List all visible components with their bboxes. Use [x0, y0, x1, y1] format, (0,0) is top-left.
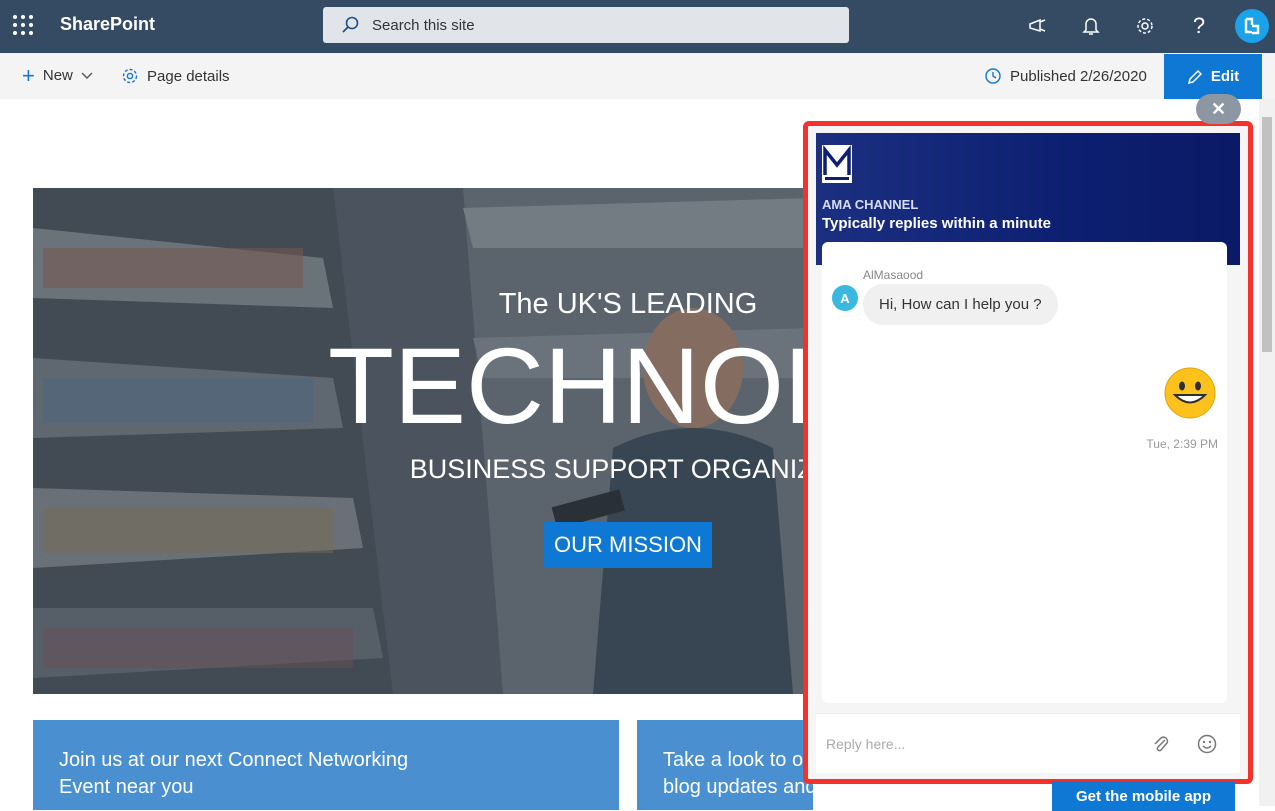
page-scrollbar[interactable] [1259, 99, 1275, 806]
hero-heading-small: The UK'S LEADING [498, 288, 758, 320]
bell-icon[interactable] [1078, 13, 1104, 39]
chevron-down-icon [81, 67, 93, 84]
reply-bar: Reply here... [816, 713, 1240, 773]
pencil-icon [1187, 69, 1202, 84]
reply-input[interactable]: Reply here... [826, 736, 905, 752]
sender-name: AlMasaood [863, 268, 924, 282]
gear-icon[interactable] [1132, 13, 1158, 39]
edit-label: Edit [1210, 68, 1240, 85]
networking-event-card[interactable]: Join us at our next Connect Networking E… [33, 720, 619, 810]
close-icon[interactable]: ✕ [1196, 94, 1241, 124]
page-details-button[interactable]: Page details [121, 67, 230, 85]
history-icon [985, 68, 1001, 84]
card-title-line1: Take a look to o [663, 749, 804, 771]
card-title-line1: Join us at our next Connect Networking [59, 749, 409, 771]
chat-conversation: AlMasaood A Hi, How can I help you ? Tue… [822, 242, 1227, 703]
paperclip-icon[interactable] [1151, 734, 1171, 754]
megaphone-icon[interactable] [1025, 13, 1051, 39]
brand-logo [822, 145, 852, 183]
gear-icon [122, 68, 138, 84]
chat-widget: AMA CHANNEL Typically replies within a m… [816, 133, 1240, 773]
agent-message: Hi, How can I help you ? [863, 284, 1058, 325]
plus-icon: + [22, 62, 35, 88]
help-icon[interactable]: ? [1186, 13, 1212, 39]
page-details-label: Page details [147, 67, 230, 85]
search-icon [342, 16, 359, 33]
edit-button[interactable]: Edit [1164, 54, 1262, 99]
app-name[interactable]: SharePoint [60, 14, 155, 35]
message-timestamp: Tue, 2:39 PM [1146, 437, 1218, 451]
chat-channel-name: AMA CHANNEL [822, 197, 919, 212]
search-input[interactable]: Search this site [372, 17, 475, 34]
hero-heading-large: TECHNOLO [327, 325, 813, 446]
chat-tagline: Typically replies within a minute [822, 215, 1051, 232]
command-bar: + New Page details Published 2/26/2020 [0, 53, 1275, 99]
search-box[interactable]: Search this site [323, 7, 849, 43]
grinning-emoji-icon [1164, 367, 1216, 419]
our-mission-button[interactable]: OUR MISSION [544, 522, 712, 568]
smiley-icon[interactable] [1197, 734, 1217, 754]
scrollbar-thumb[interactable] [1262, 117, 1272, 352]
suite-bar: SharePoint Search this site ? [0, 0, 1275, 53]
get-mobile-app-button[interactable]: Get the mobile app [1052, 781, 1235, 811]
waffle-icon[interactable] [13, 15, 33, 35]
avatar[interactable] [1235, 9, 1269, 43]
hero-subheading: BUSINESS SUPPORT ORGANIZAT [409, 454, 813, 484]
hero-banner: The UK'S LEADING TECHNOLO BUSINESS SUPPO… [33, 188, 813, 694]
sender-avatar: A [832, 285, 858, 311]
card-title-line2: Event near you [59, 776, 194, 798]
new-label: New [42, 67, 73, 84]
new-button[interactable]: + New [22, 62, 93, 88]
published-status[interactable]: Published 2/26/2020 [984, 67, 1147, 85]
card-title-line2: blog updates and helpful guides [663, 776, 813, 798]
published-label: Published 2/26/2020 [1010, 67, 1147, 85]
blog-updates-card[interactable]: Take a look to o blog updates and helpfu… [637, 720, 813, 810]
